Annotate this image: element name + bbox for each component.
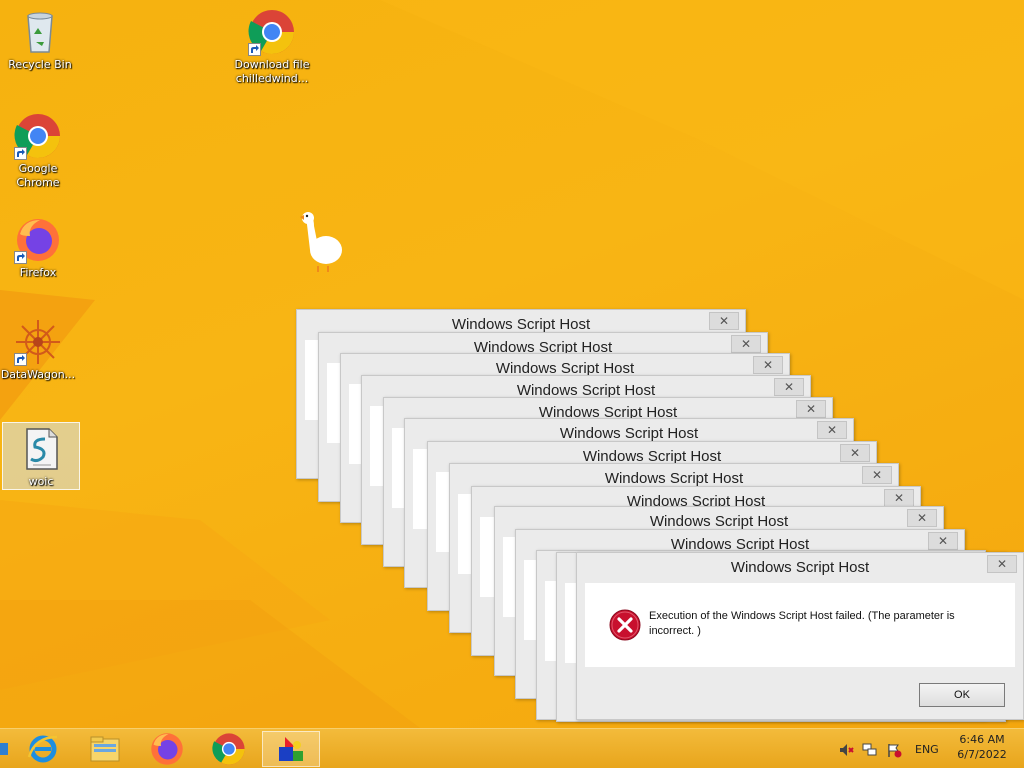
close-button[interactable]: ✕ <box>840 444 870 462</box>
close-button[interactable]: ✕ <box>709 312 739 330</box>
network-icon[interactable] <box>862 742 878 758</box>
language-indicator[interactable]: ENG <box>915 743 939 756</box>
taskbar: ENG 6:46 AM 6/7/2022 <box>0 728 1024 768</box>
ok-button[interactable]: OK <box>919 683 1005 707</box>
desktop-icon-label: woic <box>28 475 54 488</box>
desktop-icon-firefox[interactable]: Firefox <box>0 216 76 280</box>
dialog-title: Windows Script Host <box>730 559 870 576</box>
taskbar-internet-explorer[interactable] <box>16 731 70 767</box>
taskbar-file-explorer[interactable] <box>78 731 132 767</box>
desktop: Recycle Bin Download file chilledwind... <box>0 0 1024 768</box>
internet-explorer-icon <box>27 735 58 763</box>
desktop-icon-recycle-bin[interactable]: Recycle Bin <box>2 8 78 72</box>
datawagon-icon <box>14 318 62 366</box>
dialog-content: Execution of the Windows Script Host fai… <box>585 583 1015 667</box>
shortcut-arrow-icon <box>14 251 27 264</box>
clock-time: 6:46 AM <box>959 733 1005 746</box>
desktop-icon-woic[interactable]: woic <box>2 422 80 490</box>
close-button[interactable]: ✕ <box>817 421 847 439</box>
dialog-title: Windows Script Host <box>451 316 591 333</box>
clock[interactable]: 6:46 AM 6/7/2022 <box>950 733 1014 761</box>
close-button[interactable]: ✕ <box>907 509 937 527</box>
recycle-bin-icon <box>16 8 64 56</box>
desktop-icon-label: Google Chrome <box>16 162 60 189</box>
error-dialog[interactable]: Windows Script Host ✕ Execution of the W… <box>576 552 1024 720</box>
error-message: Execution of the Windows Script Host fai… <box>649 610 955 637</box>
action-center-flag-icon[interactable] <box>886 742 902 758</box>
close-button[interactable]: ✕ <box>796 400 826 418</box>
script-file-icon <box>17 425 65 473</box>
shortcut-arrow-icon <box>14 147 27 160</box>
firefox-icon <box>151 733 183 765</box>
file-explorer-icon <box>90 736 120 762</box>
close-button[interactable]: ✕ <box>862 466 892 484</box>
clock-date: 6/7/2022 <box>957 748 1007 761</box>
error-icon <box>609 609 641 641</box>
desktop-icon-google-chrome[interactable]: Google Chrome <box>0 112 76 190</box>
goose-icon <box>300 212 342 272</box>
dialog-title: Windows Script Host <box>649 513 789 530</box>
script-host-icon <box>279 737 303 761</box>
shortcut-arrow-icon <box>248 43 261 56</box>
close-button[interactable]: ✕ <box>884 489 914 507</box>
dialog-titlebar[interactable]: Windows Script Host ✕ <box>577 553 1023 581</box>
desktop-icon-label: Firefox <box>19 266 57 279</box>
desktop-icon-datawagon[interactable]: DataWagon... <box>0 318 76 382</box>
chrome-icon <box>212 733 245 765</box>
close-button[interactable]: ✕ <box>928 532 958 550</box>
desktop-icon-label: Recycle Bin <box>8 58 72 71</box>
close-button[interactable]: ✕ <box>987 555 1017 573</box>
desktop-icon-label: DataWagon... <box>0 368 76 381</box>
dialog-title: Windows Script Host <box>559 425 699 442</box>
chrome-icon <box>248 8 296 56</box>
taskbar-firefox[interactable] <box>140 731 194 767</box>
desktop-icon-label: Download file chilledwind... <box>234 58 310 85</box>
dialog-title: Windows Script Host <box>604 470 744 487</box>
close-button[interactable]: ✕ <box>774 378 804 396</box>
close-button[interactable]: ✕ <box>753 356 783 374</box>
desktop-icon-download-file[interactable]: Download file chilledwind... <box>234 8 310 86</box>
chrome-icon <box>14 112 62 160</box>
shortcut-arrow-icon <box>14 353 27 366</box>
taskbar-script-host[interactable] <box>262 731 320 767</box>
taskbar-chrome[interactable] <box>202 731 256 767</box>
volume-muted-icon[interactable] <box>838 742 854 758</box>
close-button[interactable]: ✕ <box>731 335 761 353</box>
firefox-icon <box>14 216 62 264</box>
start-button[interactable] <box>0 743 8 755</box>
